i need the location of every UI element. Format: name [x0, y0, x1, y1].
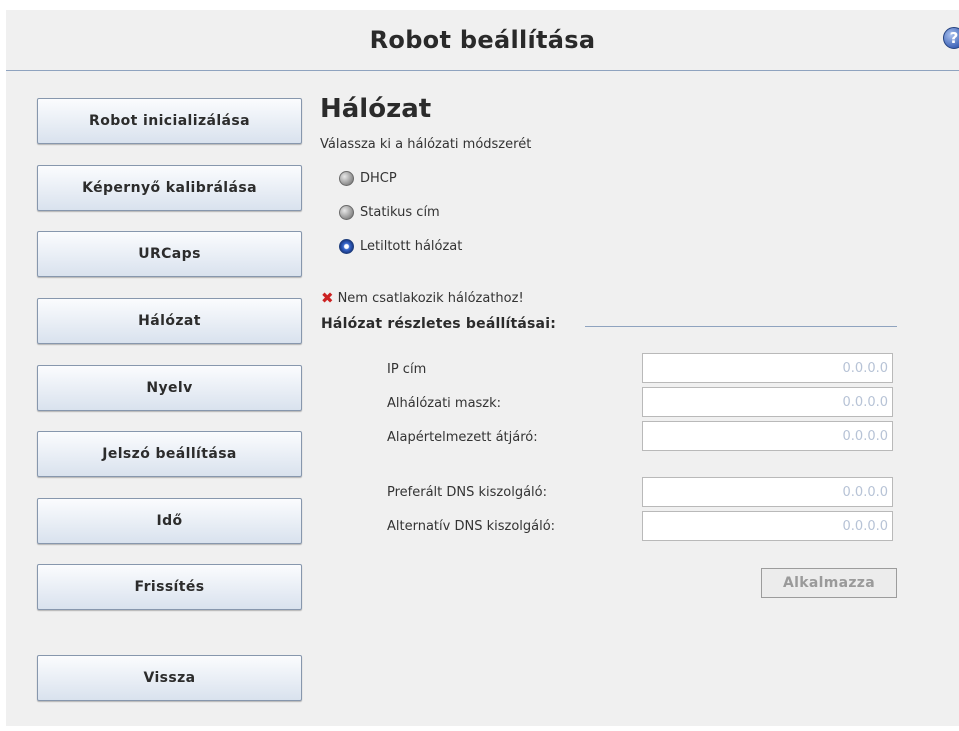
radio-static-address[interactable]: Statikus cím — [339, 202, 440, 222]
preferred-dns-label: Preferált DNS kiszolgáló: — [387, 485, 547, 500]
sidebar-item-password[interactable]: Jelszó beállítása — [37, 431, 302, 477]
ip-address-label: IP cím — [387, 362, 427, 377]
default-gateway-field[interactable] — [642, 421, 893, 451]
sidebar-item-language[interactable]: Nyelv — [37, 365, 302, 411]
subnet-mask-label: Alhálózati maszk: — [387, 396, 502, 411]
help-icon[interactable]: ? — [943, 27, 959, 49]
apply-button[interactable]: Alkalmazza — [761, 568, 897, 598]
sidebar-item-network[interactable]: Hálózat — [37, 298, 302, 344]
ip-address-field[interactable] — [642, 353, 893, 383]
sidebar-item-urcaps[interactable]: URCaps — [37, 231, 302, 277]
radio-label: Letiltott hálózat — [360, 238, 463, 254]
radio-selected-icon — [339, 238, 354, 254]
back-button[interactable]: Vissza — [37, 655, 302, 701]
sidebar-item-time[interactable]: Idő — [37, 498, 302, 544]
preferred-dns-field[interactable] — [642, 477, 893, 507]
section-title: Hálózat — [320, 94, 432, 124]
sidebar-item-robot-init[interactable]: Robot inicializálása — [37, 98, 302, 144]
header: Robot beállítása — [6, 10, 959, 71]
alternative-dns-label: Alternatív DNS kiszolgáló: — [387, 519, 556, 534]
radio-label: DHCP — [360, 170, 397, 186]
radio-unselected-icon — [339, 204, 354, 220]
radio-disabled-network[interactable]: Letiltott hálózat — [339, 236, 462, 256]
page-title: Robot beállítása — [369, 26, 596, 54]
connection-status: ✖ Nem csatlakozik hálózathoz! — [321, 289, 524, 307]
sidebar-item-screen-calibration[interactable]: Képernyő kalibrálása — [37, 165, 302, 211]
details-heading: Hálózat részletes beállításai: — [321, 316, 556, 332]
subnet-mask-field[interactable] — [642, 387, 893, 417]
section-subtitle: Válassza ki a hálózati módszerét — [320, 137, 532, 152]
alternative-dns-field[interactable] — [642, 511, 893, 541]
radio-unselected-icon — [339, 170, 354, 186]
sidebar-item-update[interactable]: Frissítés — [37, 564, 302, 610]
radio-label: Statikus cím — [360, 204, 440, 220]
radio-dhcp[interactable]: DHCP — [339, 168, 397, 188]
details-divider — [585, 326, 897, 327]
setup-window: Robot beállítása ? Robot inicializálása … — [6, 10, 959, 726]
error-x-icon: ✖ — [321, 289, 334, 307]
default-gateway-label: Alapértelmezett átjáró: — [387, 430, 538, 445]
connection-status-text: Nem csatlakozik hálózathoz! — [337, 291, 524, 306]
